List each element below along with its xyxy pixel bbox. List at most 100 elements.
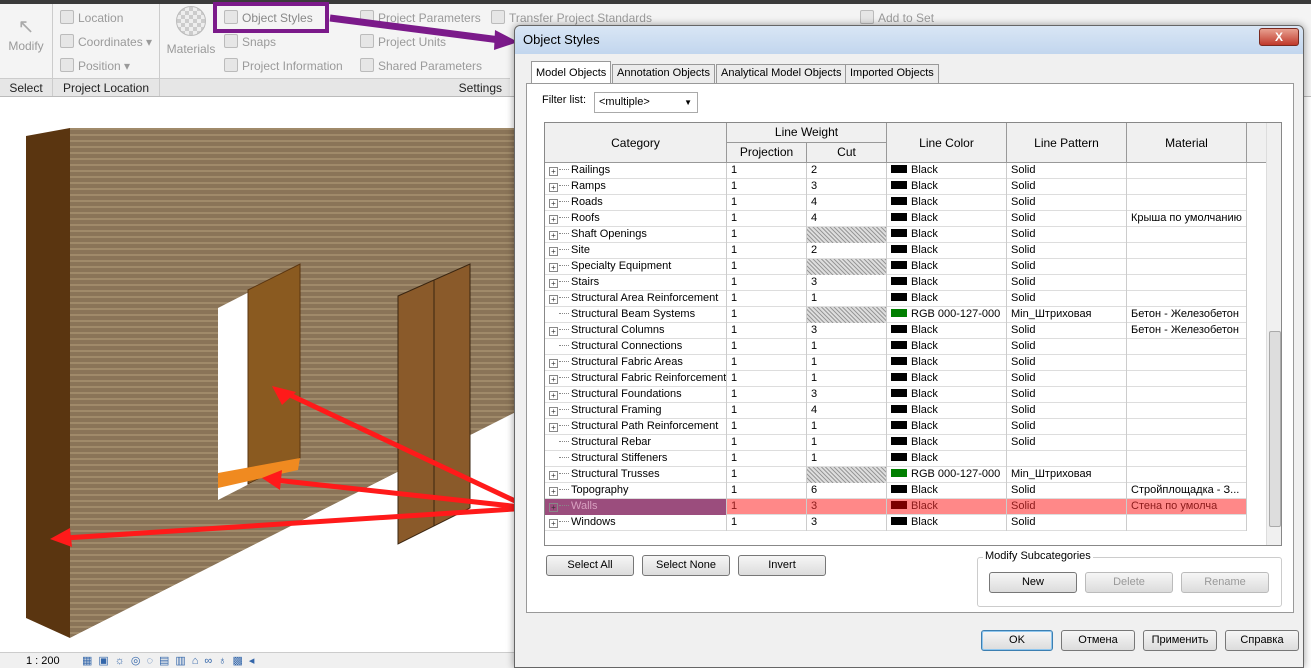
line-color-cell[interactable]: Black (887, 259, 1007, 275)
table-row[interactable]: + Structural Framing 1 4 Black Solid (545, 403, 1247, 419)
line-pattern-cell[interactable]: Min_Штриховая (1007, 307, 1127, 323)
cut-cell[interactable]: 1 (807, 291, 887, 307)
add-to-set-button[interactable]: Add to Set (860, 10, 934, 25)
material-cell[interactable] (1127, 163, 1247, 179)
category-cell[interactable]: Structural Beam Systems (545, 307, 727, 323)
projection-cell[interactable]: 1 (727, 163, 807, 179)
3d-view-canvas[interactable] (0, 128, 514, 652)
tab-analytical-model-objects[interactable]: Analytical Model Objects (716, 64, 847, 83)
view-control-icons[interactable]: ▦▣☼◎◌▤▥⌂∞♁▩◂ (82, 654, 260, 667)
material-cell[interactable] (1127, 275, 1247, 291)
help-button[interactable]: Справка (1225, 630, 1299, 651)
projection-cell[interactable]: 1 (727, 211, 807, 227)
expand-icon[interactable]: + (549, 295, 558, 304)
material-cell[interactable] (1127, 371, 1247, 387)
category-cell[interactable]: + Ramps (545, 179, 727, 195)
material-cell[interactable] (1127, 195, 1247, 211)
cut-cell[interactable] (807, 227, 887, 243)
cut-cell[interactable]: 3 (807, 275, 887, 291)
category-cell[interactable]: + Topography (545, 483, 727, 499)
table-row[interactable]: + Windows 1 3 Black Solid (545, 515, 1247, 531)
line-pattern-cell[interactable]: Solid (1007, 435, 1127, 451)
table-row[interactable]: + Structural Foundations 1 3 Black Solid (545, 387, 1247, 403)
table-row[interactable]: Structural Stiffeners 1 1 Black (545, 451, 1247, 467)
material-cell[interactable] (1127, 227, 1247, 243)
tab-annotation-objects[interactable]: Annotation Objects (612, 64, 715, 83)
line-color-cell[interactable]: Black (887, 163, 1007, 179)
transfer-project-standards-button[interactable]: Transfer Project Standards (491, 10, 652, 25)
cut-cell[interactable]: 1 (807, 419, 887, 435)
line-color-cell[interactable]: Black (887, 179, 1007, 195)
projection-cell[interactable]: 1 (727, 451, 807, 467)
coordinates-button[interactable]: Coordinates ▾ (60, 34, 152, 49)
header-projection[interactable]: Projection (727, 143, 807, 163)
line-pattern-cell[interactable]: Solid (1007, 227, 1127, 243)
close-button[interactable]: X (1259, 28, 1299, 46)
delete-subcategory-button[interactable]: Delete (1085, 572, 1173, 593)
category-cell[interactable]: + Walls (545, 499, 727, 515)
line-pattern-cell[interactable]: Min_Штриховая (1007, 467, 1127, 483)
line-pattern-cell[interactable]: Solid (1007, 483, 1127, 499)
line-color-cell[interactable]: Black (887, 403, 1007, 419)
select-all-button[interactable]: Select All (546, 555, 634, 576)
material-cell[interactable] (1127, 403, 1247, 419)
tab-model-objects[interactable]: Model Objects (531, 61, 612, 84)
table-row[interactable]: + Specialty Equipment 1 Black Solid (545, 259, 1247, 275)
line-pattern-cell[interactable]: Solid (1007, 419, 1127, 435)
expand-icon[interactable]: + (549, 423, 558, 432)
expand-icon[interactable]: + (549, 391, 558, 400)
line-color-cell[interactable]: Black (887, 195, 1007, 211)
category-cell[interactable]: + Specialty Equipment (545, 259, 727, 275)
line-color-cell[interactable]: Black (887, 451, 1007, 467)
cut-cell[interactable]: 4 (807, 211, 887, 227)
projection-cell[interactable]: 1 (727, 275, 807, 291)
cut-cell[interactable]: 3 (807, 323, 887, 339)
line-color-cell[interactable]: Black (887, 291, 1007, 307)
projection-cell[interactable]: 1 (727, 339, 807, 355)
line-color-cell[interactable]: Black (887, 339, 1007, 355)
table-row[interactable]: + Structural Trusses 1 RGB 000-127-000 Min_Ш… (545, 467, 1247, 483)
cut-cell[interactable]: 1 (807, 355, 887, 371)
scrollbar-thumb[interactable] (1269, 331, 1281, 527)
line-color-cell[interactable]: RGB 000-127-000 (887, 467, 1007, 483)
category-cell[interactable]: + Structural Fabric Areas (545, 355, 727, 371)
cut-cell[interactable]: 3 (807, 179, 887, 195)
line-color-cell[interactable]: Black (887, 371, 1007, 387)
location-button[interactable]: Location (60, 10, 123, 25)
table-row[interactable]: + Roofs 1 4 Black Solid Крыша по умолчанию (545, 211, 1247, 227)
line-pattern-cell[interactable]: Solid (1007, 355, 1127, 371)
expand-icon[interactable]: + (549, 503, 558, 512)
position-button[interactable]: Position ▾ (60, 58, 130, 73)
projection-cell[interactable]: 1 (727, 483, 807, 499)
material-cell[interactable]: Стена по умолча (1127, 499, 1247, 515)
view-scale[interactable]: 1 : 200 (26, 655, 60, 667)
expand-icon[interactable]: + (549, 487, 558, 496)
line-pattern-cell[interactable]: Solid (1007, 499, 1127, 515)
line-color-cell[interactable]: Black (887, 515, 1007, 531)
projection-cell[interactable]: 1 (727, 435, 807, 451)
projection-cell[interactable]: 1 (727, 243, 807, 259)
expand-icon[interactable]: + (549, 359, 558, 368)
projection-cell[interactable]: 1 (727, 387, 807, 403)
expand-icon[interactable]: + (549, 183, 558, 192)
project-information-button[interactable]: Project Information (224, 58, 343, 73)
table-row[interactable]: + Shaft Openings 1 Black Solid (545, 227, 1247, 243)
header-cut[interactable]: Cut (807, 143, 887, 163)
expand-icon[interactable]: + (549, 471, 558, 480)
cut-cell[interactable]: 2 (807, 243, 887, 259)
expand-icon[interactable]: + (549, 231, 558, 240)
line-pattern-cell[interactable]: Solid (1007, 163, 1127, 179)
line-color-cell[interactable]: Black (887, 243, 1007, 259)
cut-cell[interactable]: 3 (807, 499, 887, 515)
modify-button[interactable]: ↖ Modify (8, 14, 44, 53)
expand-icon[interactable]: + (549, 327, 558, 336)
cut-cell[interactable]: 3 (807, 515, 887, 531)
cut-cell[interactable] (807, 307, 887, 323)
table-row[interactable]: + Ramps 1 3 Black Solid (545, 179, 1247, 195)
projection-cell[interactable]: 1 (727, 227, 807, 243)
table-row[interactable]: + Topography 1 6 Black Solid Стройплощадка - З… (545, 483, 1247, 499)
material-cell[interactable] (1127, 515, 1247, 531)
expand-icon[interactable]: + (549, 519, 558, 528)
category-cell[interactable]: Structural Connections (545, 339, 727, 355)
expand-icon[interactable]: + (549, 263, 558, 272)
